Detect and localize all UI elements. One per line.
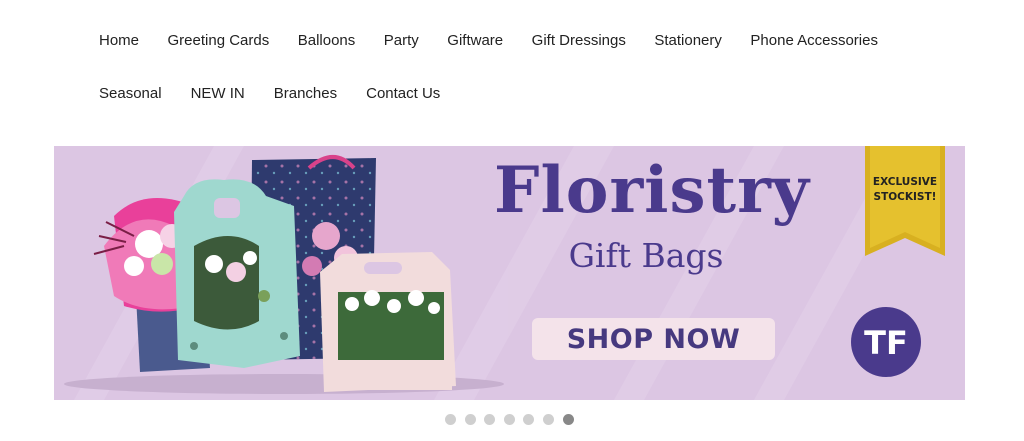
nav-link-new-in[interactable]: NEW IN — [191, 83, 245, 105]
hero-banner[interactable]: TF Floristry Gift Bags SHOP NOW EXCLUSIV… — [54, 146, 965, 400]
banner-headline: Floristry — [494, 153, 810, 228]
ribbon-line-2: STOCKIST! — [873, 191, 937, 203]
mint-floral-carrier-image — [174, 179, 300, 368]
nav-link-contact-us[interactable]: Contact Us — [366, 83, 440, 105]
carousel-dot[interactable] — [464, 414, 476, 425]
carousel-dot[interactable] — [484, 414, 496, 425]
ribbon-line-1: EXCLUSIVE — [872, 176, 938, 188]
pink-plant-carrier-image — [320, 252, 456, 392]
nav-row-secondary: Seasonal NEW IN Branches Contact Us — [99, 83, 469, 105]
brand-logo: TF — [851, 307, 921, 377]
nav-row-primary: Home Greeting Cards Balloons Party Giftw… — [99, 30, 906, 52]
nav-link-balloons[interactable]: Balloons — [298, 30, 356, 52]
carousel-dot[interactable] — [523, 414, 535, 425]
carousel-pagination — [445, 414, 582, 425]
nav-link-giftware[interactable]: Giftware — [447, 30, 503, 52]
nav-link-greeting-cards[interactable]: Greeting Cards — [168, 30, 270, 52]
nav-link-seasonal[interactable]: Seasonal — [99, 83, 162, 105]
nav-link-home[interactable]: Home — [99, 30, 139, 52]
nav-link-gift-dressings[interactable]: Gift Dressings — [532, 30, 626, 52]
shop-now-button[interactable]: SHOP NOW — [532, 318, 775, 360]
carousel-dot[interactable] — [542, 414, 554, 425]
nav-link-stationery[interactable]: Stationery — [654, 30, 722, 52]
carousel-dot-active[interactable] — [562, 414, 574, 425]
carousel-dot[interactable] — [445, 414, 456, 425]
banner-subheadline: Gift Bags — [568, 236, 724, 275]
nav-link-branches[interactable]: Branches — [274, 83, 337, 105]
ribbon-label: EXCLUSIVE STOCKIST! — [869, 175, 941, 205]
nav-link-phone-accessories[interactable]: Phone Accessories — [750, 30, 878, 52]
brand-logo-text: TF — [864, 324, 908, 362]
nav-link-party[interactable]: Party — [384, 30, 419, 52]
carousel-dot[interactable] — [503, 414, 515, 425]
